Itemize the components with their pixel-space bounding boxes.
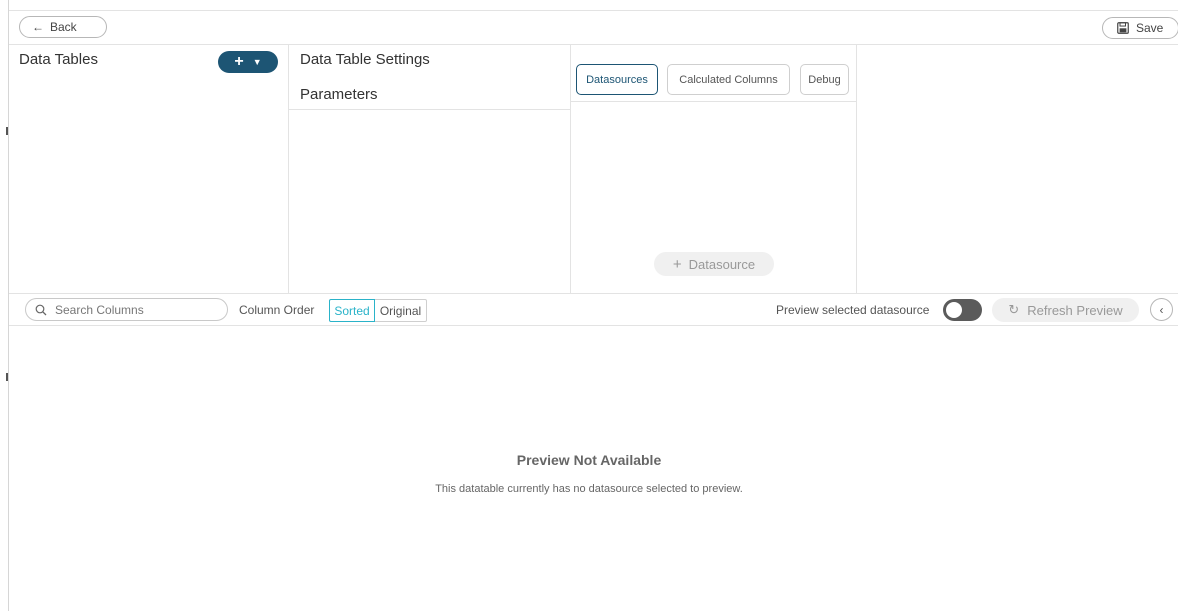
save-button[interactable]: Save — [1102, 17, 1178, 39]
column-order-label: Column Order — [239, 303, 315, 317]
floppy-disk-icon — [1117, 22, 1129, 34]
data-tables-panel: Data Tables + ▼ — [9, 45, 289, 293]
save-button-label: Save — [1136, 21, 1164, 35]
toggle-knob — [946, 302, 962, 318]
plus-icon: + — [234, 53, 244, 70]
search-columns-input[interactable] — [55, 302, 215, 317]
original-option[interactable]: Original — [375, 299, 427, 322]
tab-datasources[interactable]: Datasources — [576, 64, 658, 95]
chevron-left-icon: ‹ — [1159, 302, 1164, 317]
collapse-panel-button[interactable]: ‹ — [1150, 298, 1173, 321]
back-button[interactable]: ← Back — [19, 16, 107, 38]
tab-debug[interactable]: Debug — [800, 64, 849, 95]
details-panel — [857, 45, 1178, 293]
sorted-option[interactable]: Sorted — [329, 299, 375, 322]
add-data-table-button[interactable]: + ▼ — [218, 51, 278, 73]
parameters-item[interactable]: Parameters — [300, 86, 378, 103]
tab-calculated-columns[interactable]: Calculated Columns — [667, 64, 790, 95]
preview-empty-title: Preview Not Available — [516, 452, 662, 468]
refresh-preview-button[interactable]: ↻ Refresh Preview — [992, 298, 1139, 322]
back-button-label: Back — [50, 20, 77, 34]
preview-datasource-toggle[interactable] — [943, 299, 982, 321]
datasource-panel: Datasources Calculated Columns Debug + D… — [571, 45, 857, 293]
refresh-icon: ↻ — [1008, 302, 1020, 317]
panel-divider — [571, 101, 856, 102]
data-tables-title: Data Tables — [19, 51, 98, 68]
add-datasource-label: Datasource — [688, 256, 756, 272]
preview-toolbar: Column Order Sorted Original Preview sel… — [9, 293, 1178, 326]
top-bar: ← Back Save — [9, 10, 1178, 45]
chevron-down-icon: ▼ — [252, 57, 262, 67]
preview-selected-datasource-label: Preview selected datasource — [776, 303, 930, 317]
preview-empty-message: This datatable currently has no datasour… — [435, 483, 743, 495]
plus-icon: + — [672, 255, 682, 273]
left-edge-tick — [6, 373, 8, 381]
refresh-preview-label: Refresh Preview — [1027, 302, 1123, 318]
column-order-toggle: Sorted Original — [329, 299, 427, 322]
settings-panel: Data Table Settings Parameters — [289, 45, 571, 293]
search-columns-field[interactable] — [25, 298, 228, 321]
search-icon — [35, 304, 47, 315]
left-edge-tick — [6, 127, 8, 135]
panel-divider — [289, 109, 570, 110]
add-datasource-button[interactable]: + Datasource — [654, 252, 774, 276]
arrow-left-icon: ← — [32, 20, 44, 34]
data-table-settings-item[interactable]: Data Table Settings — [300, 51, 430, 68]
